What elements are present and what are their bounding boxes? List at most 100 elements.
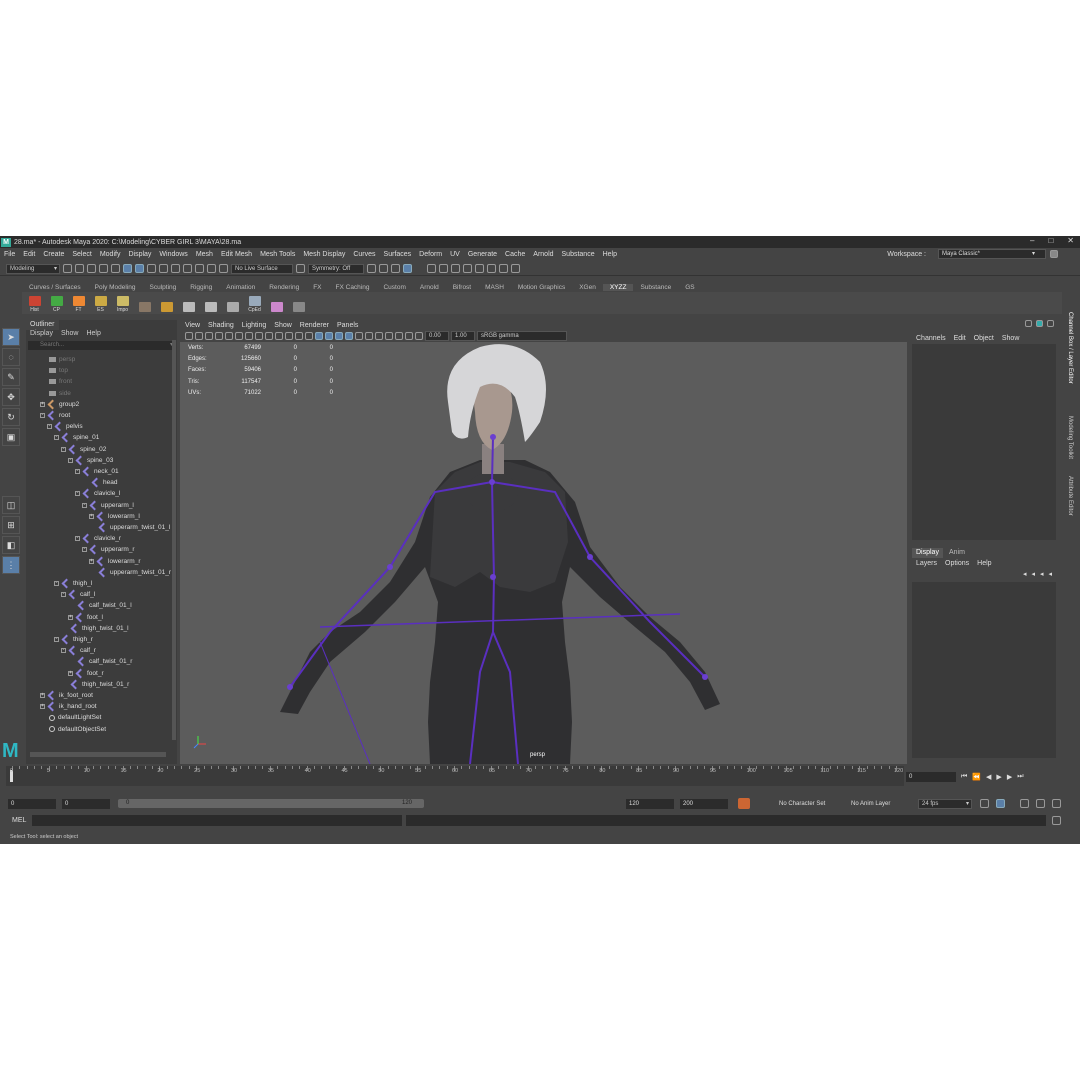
outliner-item-thigh-twist-01-l[interactable]: thigh_twist_01_l bbox=[61, 623, 129, 634]
minimize-button[interactable]: – bbox=[1030, 236, 1034, 245]
outliner-item-persp[interactable]: persp bbox=[40, 354, 75, 365]
pause-render-icon[interactable] bbox=[499, 264, 508, 273]
menu-mesh-display[interactable]: Mesh Display bbox=[303, 251, 345, 258]
hypershade-icon[interactable] bbox=[427, 264, 436, 273]
shelf-button-11[interactable] bbox=[268, 294, 285, 313]
outliner-item-top[interactable]: top bbox=[40, 365, 68, 376]
playback-start-field[interactable]: 0 bbox=[62, 799, 110, 809]
playback-options-icon[interactable] bbox=[1052, 799, 1061, 808]
snap-surface-icon[interactable] bbox=[207, 264, 216, 273]
viewport-tool-icon[interactable] bbox=[255, 332, 263, 340]
shelf-button-6[interactable] bbox=[158, 294, 175, 313]
expand-toggle-icon[interactable]: - bbox=[61, 446, 66, 452]
expand-toggle-icon[interactable]: - bbox=[82, 547, 87, 553]
expand-toggle-icon[interactable]: - bbox=[47, 424, 52, 430]
shelf-tab-motion-graphics[interactable]: Motion Graphics bbox=[511, 284, 572, 291]
lasso-tool-icon[interactable]: ◌ bbox=[2, 348, 20, 366]
outliner-item-thigh-l[interactable]: - thigh_l bbox=[54, 578, 92, 589]
expand-toggle-icon[interactable]: - bbox=[82, 502, 87, 508]
channelbox-edit-menu[interactable]: Edit bbox=[954, 335, 966, 342]
outliner-item-lowerarm-l[interactable]: + lowerarm_l bbox=[89, 511, 140, 522]
shelf-button-2[interactable]: FT bbox=[70, 294, 87, 313]
tab-display-layers[interactable]: Display bbox=[912, 548, 943, 558]
vp-menu-lighting[interactable]: Lighting bbox=[242, 322, 267, 329]
viewport-tool-icon[interactable] bbox=[245, 332, 253, 340]
vp-menu-shading[interactable]: Shading bbox=[208, 322, 234, 329]
rotate-tool-icon[interactable]: ↻ bbox=[2, 408, 20, 426]
select-component-icon[interactable] bbox=[147, 264, 156, 273]
viewport-tool-icon[interactable] bbox=[415, 332, 423, 340]
outliner-item-spine-03[interactable]: - spine_03 bbox=[68, 455, 113, 466]
viewport-tool-icon[interactable] bbox=[405, 332, 413, 340]
channelbox-option-icon[interactable] bbox=[1025, 320, 1032, 327]
menu-edit[interactable]: Edit bbox=[23, 251, 35, 258]
viewport-tool-icon[interactable] bbox=[195, 332, 203, 340]
snapshot-icon[interactable] bbox=[511, 264, 520, 273]
shelf-tab-mash[interactable]: MASH bbox=[478, 284, 511, 291]
shelf-button-5[interactable] bbox=[136, 294, 153, 313]
light-editor-icon[interactable] bbox=[451, 264, 460, 273]
outliner-item-head[interactable]: head bbox=[82, 477, 117, 488]
outliner-item-calf-l[interactable]: - calf_l bbox=[61, 589, 95, 600]
channelbox-settings-icon[interactable] bbox=[1047, 320, 1054, 327]
close-button[interactable]: ✕ bbox=[1067, 236, 1074, 245]
menu-mesh-tools[interactable]: Mesh Tools bbox=[260, 251, 295, 258]
select-object-icon[interactable] bbox=[135, 264, 144, 273]
menu-mesh[interactable]: Mesh bbox=[196, 251, 213, 258]
expand-toggle-icon[interactable]: + bbox=[40, 704, 45, 710]
step-forward-frame-icon[interactable]: ▶ bbox=[1007, 773, 1012, 781]
outliner-item-foot-l[interactable]: + foot_l bbox=[68, 612, 103, 623]
render-setup-icon[interactable] bbox=[439, 264, 448, 273]
viewport-tool-icon[interactable] bbox=[325, 332, 333, 340]
shelf-button-1[interactable]: CP bbox=[48, 294, 65, 313]
outliner-item-side[interactable]: side bbox=[40, 388, 71, 399]
sound-icon[interactable] bbox=[1020, 799, 1029, 808]
outliner-item-upperarm-l[interactable]: - upperarm_l bbox=[82, 500, 134, 511]
outliner-item-spine-02[interactable]: - spine_02 bbox=[61, 444, 106, 455]
outliner-item-ik-foot-root[interactable]: + ik_foot_root bbox=[40, 690, 93, 701]
character-set-field[interactable]: No Character Set bbox=[776, 799, 836, 809]
playback-end-field[interactable]: 120 bbox=[626, 799, 674, 809]
tab-anim-layers[interactable]: Anim bbox=[945, 548, 969, 558]
menu-windows[interactable]: Windows bbox=[159, 251, 187, 258]
auto-key-icon[interactable] bbox=[738, 798, 750, 809]
stop-render-icon[interactable] bbox=[487, 264, 496, 273]
outliner-item-upperarm-r[interactable]: - upperarm_r bbox=[82, 544, 135, 555]
snap-curve-icon[interactable] bbox=[171, 264, 180, 273]
menu-display[interactable]: Display bbox=[128, 251, 151, 258]
shelf-tab-curves-surfaces[interactable]: Curves / Surfaces bbox=[22, 284, 88, 291]
single-perspective-layout-icon[interactable]: ◫ bbox=[2, 496, 20, 514]
undo-icon[interactable] bbox=[99, 264, 108, 273]
shelf-button-12[interactable] bbox=[290, 294, 307, 313]
expand-toggle-icon[interactable]: + bbox=[40, 693, 45, 698]
symmetry-icon[interactable] bbox=[296, 264, 305, 273]
shelf-button-4[interactable]: Impo bbox=[114, 294, 131, 313]
go-to-start-icon[interactable]: ⏮ bbox=[961, 773, 967, 781]
side-tab-modeling-toolkit[interactable]: Modeling Toolkit bbox=[1067, 416, 1073, 459]
shelf-button-0[interactable]: Hist bbox=[26, 294, 43, 313]
anim-layer-field[interactable]: No Anim Layer bbox=[848, 799, 908, 809]
viewport-tool-icon[interactable] bbox=[315, 332, 323, 340]
expand-toggle-icon[interactable]: - bbox=[75, 491, 80, 497]
outliner-item-neck-01[interactable]: - neck_01 bbox=[75, 466, 119, 477]
render-frame-icon[interactable] bbox=[379, 264, 388, 273]
outliner-item-foot-r[interactable]: + foot_r bbox=[68, 668, 104, 679]
scene-start-field[interactable]: 0 bbox=[8, 799, 56, 809]
shelf-tab-rigging[interactable]: Rigging bbox=[183, 284, 219, 291]
expand-toggle-icon[interactable]: - bbox=[40, 413, 45, 418]
render-view-icon[interactable] bbox=[367, 264, 376, 273]
outliner-item-clavicle-r[interactable]: - clavicle_r bbox=[75, 533, 121, 544]
shelf-button-9[interactable] bbox=[224, 294, 241, 313]
viewport-tool-icon[interactable] bbox=[395, 332, 403, 340]
outliner-layout-icon[interactable]: ⋮ bbox=[2, 556, 20, 574]
expand-toggle-icon[interactable]: - bbox=[68, 457, 73, 463]
expand-toggle-icon[interactable]: + bbox=[68, 614, 73, 620]
shelf-button-3[interactable]: ES bbox=[92, 294, 109, 313]
shelf-button-8[interactable] bbox=[202, 294, 219, 313]
outliner-menu-show[interactable]: Show bbox=[61, 330, 79, 340]
side-tab-channel-box[interactable]: Channel Box / Layer Editor bbox=[1067, 312, 1073, 384]
outliner-item-group2[interactable]: + group2 bbox=[40, 399, 79, 410]
move-tool-icon[interactable]: ✥ bbox=[2, 388, 20, 406]
outliner-item-ik-hand-root[interactable]: + ik_hand_root bbox=[40, 701, 97, 712]
viewport-tool-icon[interactable] bbox=[205, 332, 213, 340]
